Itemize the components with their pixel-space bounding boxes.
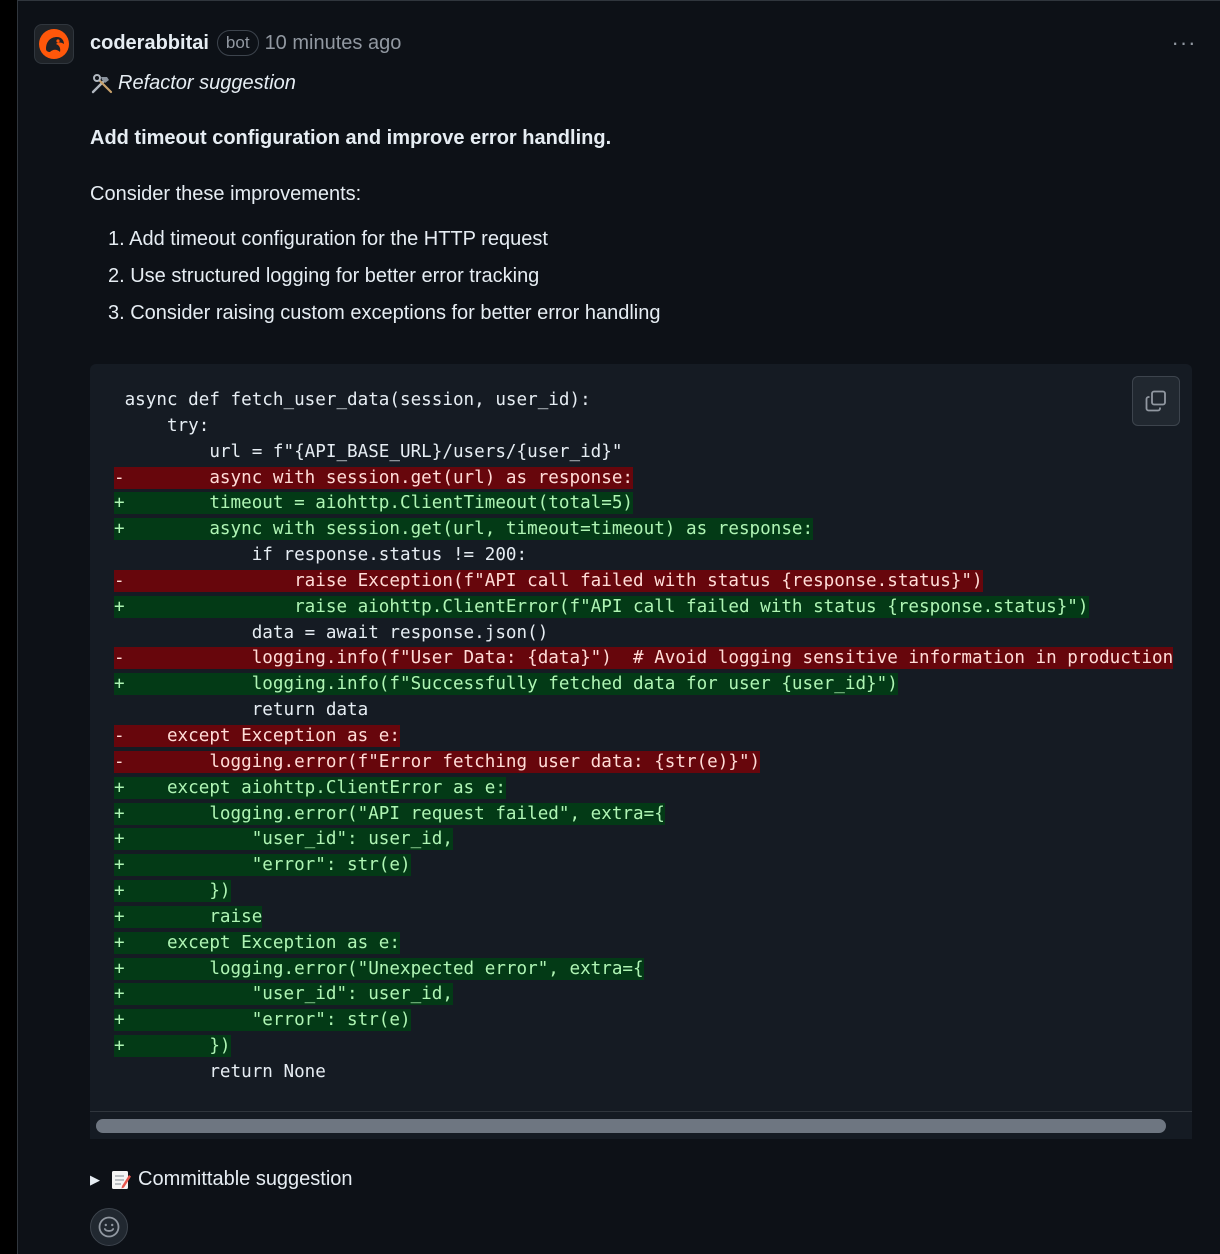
diff-added-line: + except Exception as e: xyxy=(114,931,1173,957)
diff-added-line: + raise aiohttp.ClientError(f"API call f… xyxy=(114,595,1173,621)
copy-icon xyxy=(1145,390,1166,412)
diff-added-line: + except aiohttp.ClientError as e: xyxy=(114,776,1173,802)
code-line-text: try: xyxy=(114,415,210,436)
code-line-text: url = f"{API_BASE_URL}/users/{user_id}" xyxy=(114,441,623,462)
diff-added-line: + "error": str(e) xyxy=(114,853,1173,879)
code-line-text: + "user_id": user_id, xyxy=(114,828,453,851)
more-options-button[interactable]: ··· xyxy=(1168,29,1200,57)
comment-timestamp[interactable]: 10 minutes ago xyxy=(265,32,402,55)
code-line-text: + logging.info(f"Successfully fetched da… xyxy=(114,673,898,696)
list-item: 3. Consider raising custom exceptions fo… xyxy=(108,302,661,324)
diff-added-line: + timeout = aiohttp.ClientTimeout(total=… xyxy=(114,491,1173,517)
diff-added-line: + "user_id": user_id, xyxy=(114,827,1173,853)
code-line-text: - raise Exception(f"API call failed with… xyxy=(114,569,983,592)
code-line-text: + timeout = aiohttp.ClientTimeout(total=… xyxy=(114,492,634,515)
memo-icon xyxy=(112,1170,131,1189)
code-line-text: + }) xyxy=(114,1035,231,1058)
author-name[interactable]: coderabbitai xyxy=(90,32,209,55)
code-line-text: return None xyxy=(114,1061,326,1082)
smiley-icon xyxy=(98,1216,120,1238)
code-line-text: - logging.error(f"Error fetching user da… xyxy=(114,750,761,773)
code-line-text: + async with session.get(url, timeout=ti… xyxy=(114,518,814,541)
diff-added-line: + "error": str(e) xyxy=(114,1008,1173,1034)
code-line: return None xyxy=(114,1060,1173,1086)
code-line-text: + logging.error("Unexpected error", extr… xyxy=(114,957,644,980)
code-block: async def fetch_user_data(session, user_… xyxy=(90,364,1192,1139)
diff-code: async def fetch_user_data(session, user_… xyxy=(114,388,1174,1086)
rabbit-logo-icon xyxy=(39,29,69,59)
diff-removed-line: - raise Exception(f"API call failed with… xyxy=(114,569,1173,595)
diff-removed-line: - async with session.get(url) as respons… xyxy=(114,466,1173,492)
committable-suggestion-toggle[interactable]: ▶ Committable suggestion xyxy=(90,1168,353,1191)
code-line-text: data = await response.json() xyxy=(114,622,549,643)
committable-suggestion-label: Committable suggestion xyxy=(138,1168,353,1190)
avatar[interactable] xyxy=(34,24,74,64)
code-line: url = f"{API_BASE_URL}/users/{user_id}" xyxy=(114,440,1173,466)
hammer-wrench-icon xyxy=(91,73,113,93)
bot-badge: bot xyxy=(216,30,259,56)
code-line-text: + }) xyxy=(114,880,231,903)
kebab-horizontal-icon: ··· xyxy=(1171,30,1197,55)
code-line-text: + except aiohttp.ClientError as e: xyxy=(114,776,506,799)
code-line-text: + raise xyxy=(114,905,263,928)
disclosure-triangle-icon: ▶ xyxy=(90,1171,100,1187)
code-line-text: return data xyxy=(114,700,369,721)
refactor-label-text: Refactor suggestion xyxy=(118,72,296,94)
add-reaction-button[interactable] xyxy=(90,1208,128,1246)
code-line: if response.status != 200: xyxy=(114,543,1173,569)
code-line-text: - except Exception as e: xyxy=(114,724,400,747)
comment-header: coderabbitai bot 10 minutes ago xyxy=(90,28,401,58)
diff-added-line: + "user_id": user_id, xyxy=(114,982,1173,1008)
code-line-text: + "error": str(e) xyxy=(114,1009,411,1032)
code-line-text: + logging.error("API request failed", ex… xyxy=(114,802,665,825)
code-line: return data xyxy=(114,698,1173,724)
diff-removed-line: - except Exception as e: xyxy=(114,724,1173,750)
list-item: 1. Add timeout configuration for the HTT… xyxy=(108,228,548,250)
diff-added-line: + }) xyxy=(114,1034,1173,1060)
code-line: data = await response.json() xyxy=(114,621,1173,647)
comment-container: coderabbitai bot 10 minutes ago ··· Refa… xyxy=(17,0,1220,1254)
diff-removed-line: - logging.info(f"User Data: {data}") # A… xyxy=(114,646,1174,672)
code-line-text: + raise aiohttp.ClientError(f"API call f… xyxy=(114,595,1089,618)
diff-added-line: + logging.error("Unexpected error", extr… xyxy=(114,957,1173,983)
scrollbar-thumb[interactable] xyxy=(96,1119,1166,1133)
list-item: 2. Use structured logging for better err… xyxy=(108,265,540,287)
code-line: async def fetch_user_data(session, user_… xyxy=(114,388,1173,414)
suggestion-headline: Add timeout configuration and improve er… xyxy=(90,127,612,149)
code-line-text: - logging.info(f"User Data: {data}") # A… xyxy=(114,647,1174,670)
horizontal-scrollbar[interactable] xyxy=(90,1111,1192,1139)
diff-added-line: + logging.info(f"Successfully fetched da… xyxy=(114,672,1173,698)
code-line-text: async def fetch_user_data(session, user_… xyxy=(114,390,591,410)
diff-added-line: + async with session.get(url, timeout=ti… xyxy=(114,517,1173,543)
suggestion-intro: Consider these improvements: xyxy=(90,183,362,205)
code-line-text: if response.status != 200: xyxy=(114,545,528,566)
code-line: try: xyxy=(114,414,1173,440)
copy-button[interactable] xyxy=(1132,376,1180,426)
improvements-list: 1. Add timeout configuration for the HTT… xyxy=(108,227,661,338)
refactor-label: Refactor suggestion xyxy=(90,72,296,95)
code-line-text: + "user_id": user_id, xyxy=(114,983,453,1006)
diff-added-line: + }) xyxy=(114,879,1173,905)
code-line-text: + except Exception as e: xyxy=(114,931,400,954)
code-line-text: - async with session.get(url) as respons… xyxy=(114,466,634,489)
diff-added-line: + raise xyxy=(114,905,1173,931)
diff-added-line: + logging.error("API request failed", ex… xyxy=(114,802,1173,828)
diff-removed-line: - logging.error(f"Error fetching user da… xyxy=(114,750,1173,776)
code-line-text: + "error": str(e) xyxy=(114,854,411,877)
